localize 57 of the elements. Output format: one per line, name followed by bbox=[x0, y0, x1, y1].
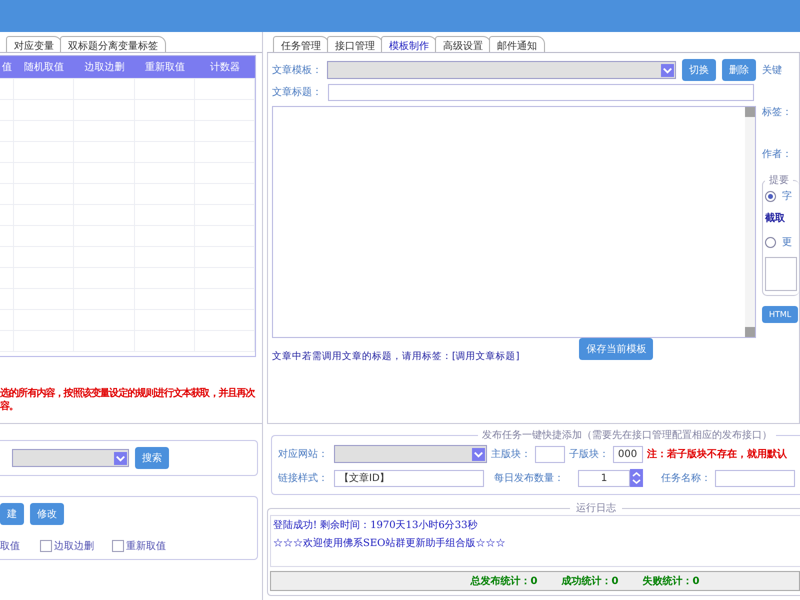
tab[interactable]: 双标题分离变量标签 bbox=[60, 36, 166, 52]
status-text: 失败统计：0 bbox=[642, 574, 700, 588]
task-name-input[interactable] bbox=[715, 470, 795, 486]
spinner-arrows-icon[interactable] bbox=[630, 469, 643, 487]
status-text: 总发布统计：0 bbox=[470, 574, 538, 588]
checkbox[interactable] bbox=[112, 540, 124, 552]
field-label: 每日发布数量： bbox=[494, 472, 565, 485]
field-label: 子版块： bbox=[569, 448, 609, 461]
tab[interactable]: 高级设置 bbox=[435, 36, 491, 52]
text-box[interactable] bbox=[765, 257, 797, 291]
field-label: 链接样式： bbox=[278, 472, 329, 485]
column-header: 随机取值 bbox=[23, 60, 65, 75]
checkbox-label: 取值 bbox=[0, 540, 20, 553]
checkbox[interactable] bbox=[40, 540, 52, 552]
site-dropdown[interactable] bbox=[334, 445, 487, 463]
field-label: 文章标题： bbox=[272, 86, 323, 99]
template-dropdown[interactable] bbox=[327, 61, 676, 79]
title-input[interactable] bbox=[328, 84, 754, 100]
field-label: 主版块： bbox=[491, 448, 531, 461]
column-header: 边取边删 bbox=[84, 60, 126, 75]
tab[interactable]: 模板制作 bbox=[381, 36, 437, 52]
log-line: ☆☆☆欢迎使用佛系SEO站群更新助手组合版☆☆☆ bbox=[273, 536, 506, 551]
scrollbar[interactable] bbox=[745, 107, 755, 337]
checkbox-label: 边取边删 bbox=[54, 540, 94, 553]
note-text: 容。 bbox=[0, 400, 20, 413]
column-header: 值 bbox=[1, 61, 13, 75]
log-line: 登陆成功! 剩余时间：1970天13小时6分33秒 bbox=[273, 518, 478, 533]
tab[interactable]: 接口管理 bbox=[327, 36, 383, 52]
field-label: 文章模板： bbox=[272, 64, 323, 77]
field-label: 标签： bbox=[762, 106, 793, 119]
note-text: 注：若子版块不存在，就用默认 bbox=[647, 447, 787, 461]
field-label: 任务名称： bbox=[661, 472, 711, 485]
tab[interactable]: 任务管理 bbox=[273, 36, 329, 52]
group-title: 提要 bbox=[768, 174, 790, 187]
field-label: 作者： bbox=[762, 148, 793, 161]
checkbox-label: 重新取值 bbox=[126, 540, 166, 553]
status-text: 成功统计：0 bbox=[562, 574, 618, 588]
group-title: 发布任务一键快捷添加（需要先在接口管理配置相应的发布接口） bbox=[481, 428, 773, 442]
hint-text: 文章中若需调用文章的标题，请用标签：[调用文章标题] bbox=[272, 350, 520, 363]
main-board-input[interactable] bbox=[535, 446, 565, 462]
radio-label: 更 bbox=[782, 236, 792, 249]
note-text: 选的所有内容，按照该变量设定的规则进行文本获取，并且再次 bbox=[0, 387, 256, 400]
option-label: 截取 bbox=[765, 212, 786, 225]
sub-board-input[interactable]: 000 bbox=[613, 446, 643, 462]
tab[interactable]: 对应变量 bbox=[6, 36, 62, 52]
group-title: 运行日志 bbox=[575, 502, 617, 515]
link-style-input[interactable]: 【文章ID】 bbox=[334, 470, 484, 486]
radio-button[interactable] bbox=[765, 190, 776, 202]
column-header: 重新取值 bbox=[144, 60, 186, 75]
column-header: 计数器 bbox=[209, 60, 241, 75]
radio-button[interactable] bbox=[765, 236, 776, 248]
radio-label: 字 bbox=[782, 190, 792, 203]
tab[interactable]: 邮件通知 bbox=[489, 36, 545, 52]
variable-dropdown[interactable] bbox=[12, 449, 129, 467]
field-label: 关键 bbox=[762, 64, 783, 77]
daily-count-input[interactable]: 1 bbox=[578, 470, 630, 486]
field-label: 对应网站： bbox=[278, 448, 329, 461]
